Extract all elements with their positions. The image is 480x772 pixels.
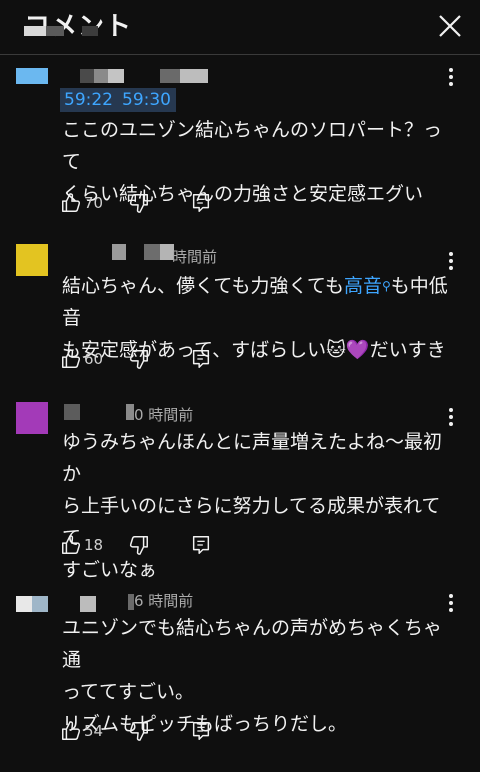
comment-line: っててすごい。 — [62, 681, 195, 703]
timestamp-link[interactable]: 59:30 — [122, 88, 171, 112]
comment-line: ゆうみちゃんほんとに声量増えたよね〜最初か — [62, 431, 443, 485]
more-vert-icon[interactable] — [442, 406, 460, 428]
comments-panel: コメント 59:22 59:30 ここのユニゾン結心ちゃんのソロパート？って く… — [0, 0, 480, 772]
redacted-block — [46, 26, 64, 36]
timestamp-link[interactable]: 59:22 — [64, 88, 113, 112]
redacted-block — [144, 244, 160, 260]
comment-actions: 60 — [58, 348, 258, 374]
redacted-block — [180, 69, 208, 83]
redacted-block — [82, 26, 98, 36]
thumbs-down-icon[interactable] — [128, 534, 150, 556]
redacted-block — [112, 244, 126, 260]
search-link[interactable]: 高音 — [344, 275, 382, 297]
panel-header: コメント — [0, 0, 480, 56]
comment-item: 6 時間前 ユニゾンでも結心ちゃんの声がめちゃくちゃ通 っててすごい。 リズムも… — [0, 586, 480, 762]
comment-time: 6 時間前 — [134, 592, 194, 610]
redacted-block — [64, 404, 80, 420]
comment-actions: 18 — [58, 534, 258, 560]
avatar[interactable] — [16, 244, 48, 276]
thumbs-down-icon[interactable] — [128, 720, 150, 742]
like-count: 18 — [84, 536, 104, 554]
reply-icon[interactable] — [190, 348, 212, 370]
redacted-block — [160, 69, 180, 83]
comment-line: 結心ちゃん、儚くても力強くても高音⚲も中低音 — [62, 275, 448, 329]
redacted-block — [94, 69, 108, 83]
thumbs-up-icon[interactable] — [60, 192, 82, 214]
comment-line: ここのユニゾン結心ちゃんのソロパート？って — [62, 119, 443, 173]
redacted-block — [80, 69, 94, 83]
reply-icon[interactable] — [190, 192, 212, 214]
comment-time: 時間前 — [172, 248, 218, 266]
thumbs-up-icon[interactable] — [60, 348, 82, 370]
like-count: 54 — [84, 722, 104, 740]
like-count: 70 — [84, 194, 104, 212]
comment-actions: 54 — [58, 720, 258, 746]
comment-item: 時間前 結心ちゃん、儚くても力強くても高音⚲も中低音 も安定感があって、すばらし… — [0, 238, 480, 378]
redacted-block — [80, 596, 96, 612]
redacted-block — [24, 26, 46, 36]
thumbs-up-icon[interactable] — [60, 720, 82, 742]
panel-title: コメント — [24, 12, 133, 42]
more-vert-icon[interactable] — [442, 250, 460, 272]
thumbs-down-icon[interactable] — [128, 192, 150, 214]
close-icon[interactable] — [434, 10, 466, 42]
thumbs-up-icon[interactable] — [60, 534, 82, 556]
comment-item: 59:22 59:30 ここのユニゾン結心ちゃんのソロパート？って くらい結心ち… — [0, 62, 480, 222]
comment-line: ユニゾンでも結心ちゃんの声がめちゃくちゃ通 — [62, 617, 443, 671]
avatar[interactable] — [16, 402, 48, 434]
search-icon[interactable]: ⚲ — [382, 279, 391, 293]
more-vert-icon[interactable] — [442, 66, 460, 88]
comment-text: ゆうみちゃんほんとに声量増えたよね〜最初か ら上手いのにさらに努力してる成果が表… — [62, 426, 457, 586]
redacted-block — [32, 596, 48, 612]
more-vert-icon[interactable] — [442, 592, 460, 614]
thumbs-down-icon[interactable] — [128, 348, 150, 370]
redacted-block — [108, 69, 124, 83]
avatar[interactable] — [16, 68, 48, 84]
reply-icon[interactable] — [190, 720, 212, 742]
header-divider — [0, 54, 480, 55]
reply-icon[interactable] — [190, 534, 212, 556]
comment-item: 0 時間前 ゆうみちゃんほんとに声量増えたよね〜最初か ら上手いのにさらに努力し… — [0, 396, 480, 581]
redacted-block — [126, 404, 134, 420]
like-count: 60 — [84, 350, 104, 368]
comment-time: 0 時間前 — [134, 406, 194, 424]
comment-actions: 70 — [58, 192, 258, 218]
